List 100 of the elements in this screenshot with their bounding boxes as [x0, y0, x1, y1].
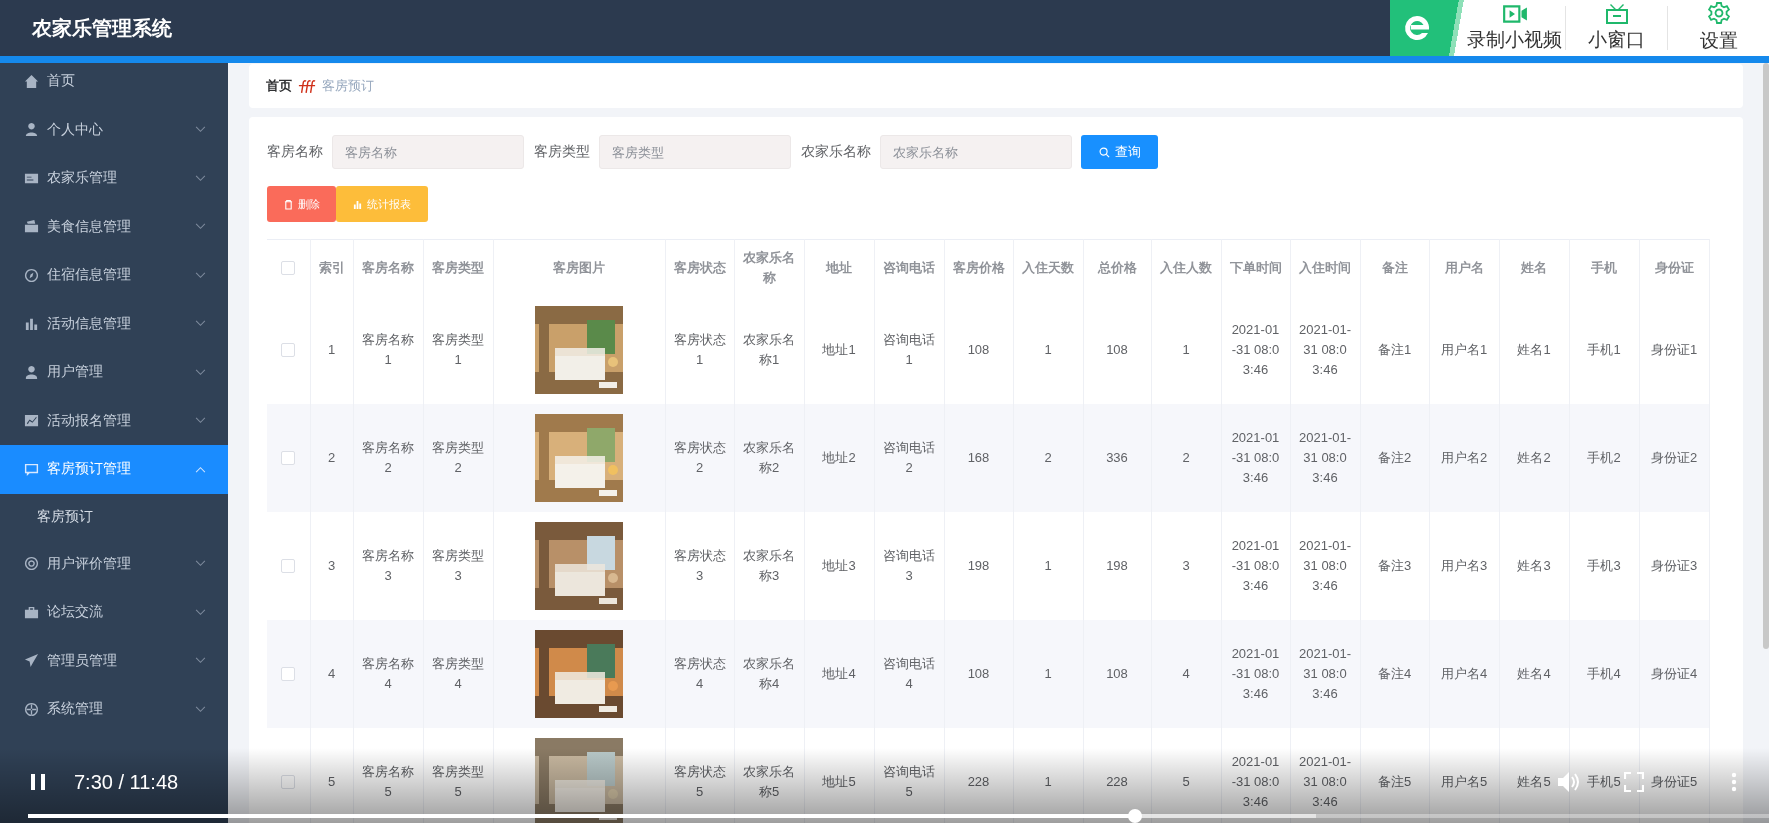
table-cell: 姓名2 — [1499, 403, 1569, 512]
sidebar-item[interactable]: 系统管理 — [0, 685, 228, 734]
table-cell: 198 — [944, 511, 1013, 620]
table-cell: 农家乐名称4 — [734, 619, 804, 728]
more-icon[interactable] — [1731, 772, 1737, 792]
column-header: 用户名 — [1429, 239, 1499, 296]
sidebar-item[interactable]: 用户评价管理 — [0, 539, 228, 588]
breadcrumb-current: 客房预订 — [322, 77, 374, 95]
sidebar-label: 管理员管理 — [47, 651, 118, 670]
table-cell: 3 — [1151, 511, 1221, 620]
sidebar-label: 用户管理 — [47, 363, 104, 382]
search-icon — [1098, 146, 1110, 158]
sidebar-item[interactable]: 管理员管理 — [0, 636, 228, 685]
sidebar-item[interactable]: 活动报名管理 — [0, 396, 228, 445]
table-cell: 108 — [1083, 295, 1151, 404]
table-cell: 2021-01-31 08:03:46 — [1221, 403, 1290, 512]
bar-chart-icon — [24, 316, 39, 332]
table-cell: 1 — [310, 295, 353, 404]
volume-icon[interactable] — [1557, 771, 1581, 793]
pause-icon[interactable] — [30, 773, 46, 791]
table-cell: 用户名3 — [1429, 511, 1499, 620]
table-cell: 农家乐名称3 — [734, 511, 804, 620]
table-cell: 客房类型2 — [423, 403, 493, 512]
table-cell: 备注4 — [1360, 619, 1429, 728]
table-cell: 客房名称2 — [353, 403, 423, 512]
checkbox[interactable] — [281, 261, 296, 276]
sidebar-label: 用户评价管理 — [47, 554, 132, 573]
scrollbar[interactable] — [1763, 63, 1769, 649]
search-field[interactable]: 客房名称 — [332, 135, 524, 169]
table-cell: 2 — [310, 403, 353, 512]
user-icon — [24, 122, 39, 138]
sidebar-item[interactable]: 活动信息管理 — [0, 299, 228, 348]
briefcase-icon — [24, 604, 39, 620]
search-field[interactable]: 农家乐名称 — [880, 135, 1072, 169]
playback-time: 7:30 / 11:48 — [74, 770, 179, 794]
column-header: 索引 — [310, 239, 353, 296]
sidebar-item[interactable]: 用户管理 — [0, 348, 228, 397]
line-chart-icon — [24, 413, 39, 429]
checkbox[interactable] — [281, 775, 296, 790]
field-label: 客房名称 — [267, 143, 323, 161]
column-header: 客房状态 — [665, 239, 734, 296]
sidebar-item[interactable]: 个人中心 — [0, 105, 228, 154]
column-header: 客房名称 — [353, 239, 423, 296]
checkbox[interactable] — [281, 667, 296, 682]
sidebar-item[interactable]: 美食信息管理 — [0, 202, 228, 251]
column-header: 手机 — [1569, 239, 1639, 296]
sidebar-label: 住宿信息管理 — [47, 266, 132, 285]
checkbox[interactable] — [281, 343, 296, 358]
settings-icon — [1706, 2, 1731, 26]
fullscreen-icon[interactable] — [1624, 772, 1644, 792]
sidebar-label: 客房预订管理 — [47, 460, 132, 479]
wallet-icon — [24, 219, 39, 235]
sidebar-item[interactable]: 论坛交流 — [0, 588, 228, 637]
table-cell: 身份证2 — [1639, 403, 1709, 512]
table-cell: 198 — [1083, 511, 1151, 620]
search-field[interactable]: 客房类型 — [599, 135, 791, 169]
ring-icon — [24, 556, 39, 572]
column-header: 身份证 — [1639, 239, 1709, 296]
table-cell: 咨询电话4 — [874, 619, 944, 728]
video-camera-icon — [1501, 3, 1528, 25]
table-cell: 手机4 — [1569, 619, 1639, 728]
table-cell: 手机1 — [1569, 295, 1639, 404]
table-cell: 2 — [1013, 403, 1083, 512]
table-cell: 客房类型4 — [423, 619, 493, 728]
checkbox[interactable] — [281, 559, 296, 574]
table-cell: 姓名4 — [1499, 619, 1569, 728]
table-cell: 咨询电话3 — [874, 511, 944, 620]
table-cell: 1 — [1013, 511, 1083, 620]
column-header: 农家乐名称 — [734, 239, 804, 296]
sidebar-subitem[interactable]: 客房预订 — [0, 493, 228, 540]
compass-icon — [24, 267, 39, 283]
column-header: 下单时间 — [1221, 239, 1290, 296]
bar-chart-icon — [353, 199, 362, 209]
table-cell: 168 — [944, 403, 1013, 512]
table-cell: 3 — [310, 511, 353, 620]
table-cell: 336 — [1083, 403, 1151, 512]
table-cell: 客房状态4 — [665, 619, 734, 728]
table-cell: 108 — [1083, 619, 1151, 728]
table-cell: 1 — [1013, 295, 1083, 404]
table-cell: 用户名4 — [1429, 619, 1499, 728]
checkbox[interactable] — [281, 451, 296, 466]
table-cell: 手机2 — [1569, 403, 1639, 512]
sidebar-item[interactable]: 首页 — [0, 63, 228, 106]
sidebar-label: 农家乐管理 — [47, 169, 118, 188]
user-icon — [24, 364, 39, 380]
column-header: 入住人数 — [1151, 239, 1221, 296]
table-cell: 2021-01-31 08:03:46 — [1221, 619, 1290, 728]
trash-icon — [283, 198, 293, 210]
sidebar-label: 美食信息管理 — [47, 217, 132, 236]
table-cell: 4 — [1151, 619, 1221, 728]
breadcrumb-link[interactable]: 首页 — [266, 77, 292, 95]
column-header: 总价格 — [1083, 239, 1151, 296]
sidebar-item[interactable]: 住宿信息管理 — [0, 251, 228, 300]
table-cell: 1 — [1151, 295, 1221, 404]
table-cell: 姓名1 — [1499, 295, 1569, 404]
table-cell: 用户名5 — [1429, 727, 1499, 823]
sidebar-item[interactable]: 农家乐管理 — [0, 154, 228, 203]
paper-plane-icon — [24, 653, 39, 669]
table-cell: 2021-01-31 08:03:46 — [1290, 619, 1360, 728]
table-cell: 身份证1 — [1639, 295, 1709, 404]
